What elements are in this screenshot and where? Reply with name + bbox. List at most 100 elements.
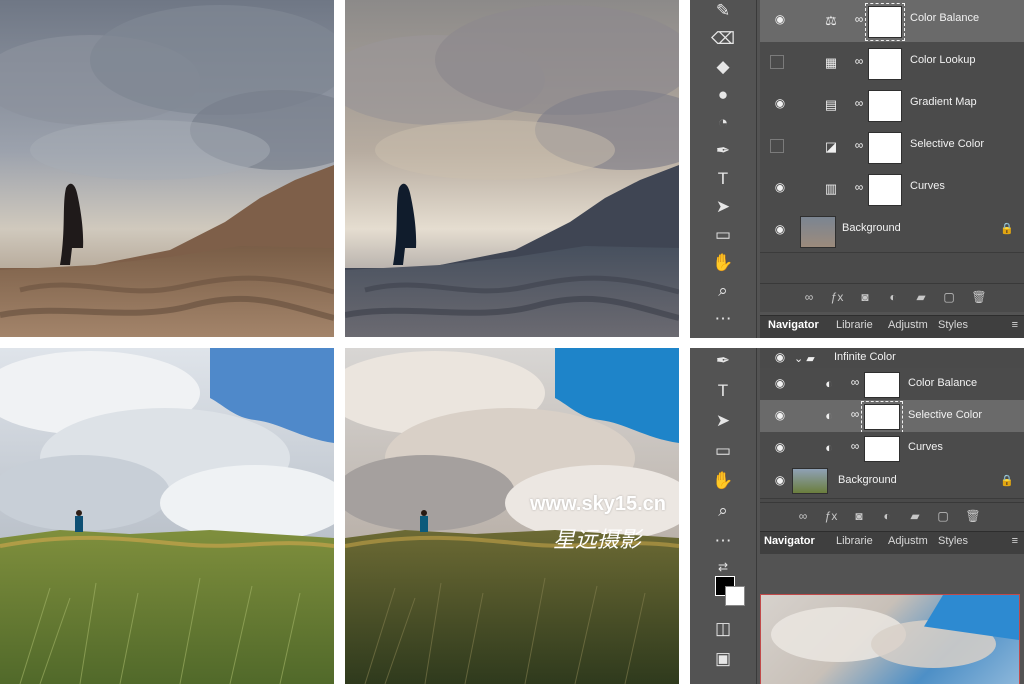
tab-styles[interactable]: Styles	[938, 319, 968, 331]
layer-name: Gradient Map	[910, 96, 977, 108]
new-group-icon[interactable]: ▰	[912, 290, 930, 306]
tab-adjustments[interactable]: Adjustm	[888, 319, 928, 331]
add-mask-icon[interactable]: ◙	[856, 290, 874, 306]
layer-name: Background	[838, 474, 897, 486]
layer-mask-thumbnail[interactable]	[861, 401, 903, 433]
layer-mask-thumbnail[interactable]	[868, 90, 902, 122]
pen-icon[interactable]: ✒	[712, 140, 734, 162]
panel-menu-icon[interactable]: ≡	[1012, 535, 1018, 547]
hand-icon[interactable]: ✋	[712, 470, 734, 492]
eye-icon[interactable]: ◉	[772, 222, 788, 238]
layer-name: Selective Color	[910, 138, 984, 150]
layer-background-bottom[interactable]: ◉ Background 🔒	[760, 464, 1024, 499]
grassland-photo-original	[0, 348, 334, 684]
adjustment-icon: ◐	[825, 440, 833, 455]
layer-mask-thumbnail[interactable]	[864, 372, 900, 398]
layer-gradient-map-top[interactable]: ◉ ▤ ∞ Gradient Map	[760, 84, 1024, 127]
layer-background-top[interactable]: ◉ Background 🔒	[760, 210, 1024, 253]
eye-icon[interactable]: ◉	[772, 408, 788, 424]
screen-mode-icon[interactable]: ▣	[712, 648, 734, 670]
layer-curves-top[interactable]: ◉ ▥ ∞ Curves	[760, 168, 1024, 211]
panel-menu-icon[interactable]: ≡	[1012, 319, 1018, 331]
dodge-icon[interactable]: ◔	[712, 112, 734, 134]
more-tools-icon[interactable]: ⋯	[712, 530, 734, 552]
tab-libraries[interactable]: Librarie	[836, 319, 873, 331]
delete-layer-icon[interactable]: 🗑	[970, 290, 988, 306]
tab-styles[interactable]: Styles	[938, 535, 968, 547]
visibility-box[interactable]	[770, 139, 784, 153]
new-layer-icon[interactable]: ▢	[934, 509, 952, 525]
top-layers-panel: ✎ ⌫ ◆ ● ◔ ✒ T ➤ ▭ ✋ ⌕ ⋯ ◉ ⚖ ∞ Color Bala…	[690, 0, 1024, 338]
add-mask-icon[interactable]: ◙	[850, 509, 868, 525]
background-color-swatch[interactable]	[725, 586, 745, 606]
layer-name: Color Lookup	[910, 54, 976, 66]
link-icon: ∞	[850, 407, 860, 421]
paint-bucket-icon[interactable]: ◆	[712, 56, 734, 78]
layer-mask-thumbnail[interactable]	[868, 132, 902, 164]
eye-icon[interactable]: ◉	[772, 473, 788, 489]
eye-icon[interactable]: ◉	[772, 96, 788, 112]
balance-icon: ⚖	[825, 13, 837, 28]
layer-name: Color Balance	[910, 12, 980, 24]
eye-icon[interactable]: ◉	[772, 376, 788, 392]
tab-navigator[interactable]: Navigator	[764, 535, 815, 547]
layer-name: Selective Color	[908, 409, 982, 421]
top-toolbar: ✎ ⌫ ◆ ● ◔ ✒ T ➤ ▭ ✋ ⌕ ⋯	[690, 0, 757, 338]
eye-icon[interactable]: ◉	[772, 180, 788, 196]
navigator-preview	[760, 594, 1020, 684]
layer-mask-thumbnail[interactable]	[864, 436, 900, 462]
tab-adjustments[interactable]: Adjustm	[888, 535, 928, 547]
fx-icon[interactable]: ƒx	[828, 290, 846, 306]
grid-icon: ▦	[824, 55, 838, 70]
zoom-icon[interactable]: ⌕	[712, 280, 734, 302]
link-icon: ∞	[854, 54, 864, 68]
eraser-icon[interactable]: ⌫	[711, 28, 735, 50]
blur-icon[interactable]: ●	[712, 84, 734, 106]
type-icon[interactable]: T	[712, 380, 734, 402]
link-layers-icon[interactable]: ∞	[794, 509, 812, 525]
adjustment-icon: ◐	[825, 408, 833, 423]
layer-mask-thumbnail[interactable]	[865, 3, 905, 41]
rectangle-icon[interactable]: ▭	[712, 224, 734, 246]
top-panel-tabs: Navigator Librarie Adjustm Styles ≡	[760, 315, 1024, 338]
more-tools-icon[interactable]: ⋯	[712, 308, 734, 330]
layer-selective-color-top[interactable]: ◪ ∞ Selective Color	[760, 126, 1024, 169]
tab-libraries[interactable]: Librarie	[836, 535, 873, 547]
path-selection-icon[interactable]: ➤	[712, 196, 734, 218]
brush-icon[interactable]: ✎	[712, 0, 734, 22]
layer-name: Curves	[908, 441, 943, 453]
top-layer-actions-bar: ∞ ƒx ◙ ◐ ▰ ▢ 🗑	[760, 283, 1024, 312]
new-group-icon[interactable]: ▰	[906, 509, 924, 525]
image-thumb-icon	[792, 468, 828, 494]
hand-icon[interactable]: ✋	[712, 252, 734, 274]
new-fill-adjustment-icon[interactable]: ◐	[878, 509, 896, 525]
layer-mask-thumbnail[interactable]	[868, 48, 902, 80]
eye-icon[interactable]: ◉	[772, 350, 788, 366]
link-icon: ∞	[854, 12, 864, 26]
layer-name: Background	[842, 222, 901, 234]
new-layer-icon[interactable]: ▢	[940, 290, 958, 306]
link-icon: ∞	[854, 96, 864, 110]
visibility-box[interactable]	[770, 55, 784, 69]
layer-color-lookup-top[interactable]: ▦ ∞ Color Lookup	[760, 42, 1024, 85]
path-selection-icon[interactable]: ➤	[712, 410, 734, 432]
tab-navigator[interactable]: Navigator	[768, 319, 819, 331]
layer-color-balance-top[interactable]: ◉ ⚖ ∞ Color Balance	[760, 0, 1024, 43]
eye-icon[interactable]: ◉	[772, 440, 788, 456]
new-fill-adjustment-icon[interactable]: ◐	[884, 290, 902, 306]
zoom-icon[interactable]: ⌕	[712, 500, 734, 522]
eye-icon[interactable]: ◉	[772, 12, 788, 28]
layer-curves-bottom[interactable]: ◉ ◐ ∞ Curves	[760, 432, 1024, 465]
layer-color-balance-bottom[interactable]: ◉ ◐ ∞ Color Balance	[760, 368, 1024, 401]
fx-icon[interactable]: ƒx	[822, 509, 840, 525]
pen-icon[interactable]: ✒	[712, 350, 734, 372]
type-icon[interactable]: T	[712, 168, 734, 190]
delete-layer-icon[interactable]: 🗑	[964, 509, 982, 525]
layer-selective-color-bottom[interactable]: ◉ ◐ ∞ Selective Color	[760, 400, 1024, 433]
swap-colors-icon[interactable]: ⇄	[712, 556, 734, 578]
link-layers-icon[interactable]: ∞	[800, 290, 818, 306]
quick-mask-icon[interactable]: ◫	[712, 618, 734, 640]
group-infinite-color[interactable]: ◉ ⌄ ▰ Infinite Color	[760, 348, 1024, 369]
rectangle-icon[interactable]: ▭	[712, 440, 734, 462]
layer-mask-thumbnail[interactable]	[868, 174, 902, 206]
